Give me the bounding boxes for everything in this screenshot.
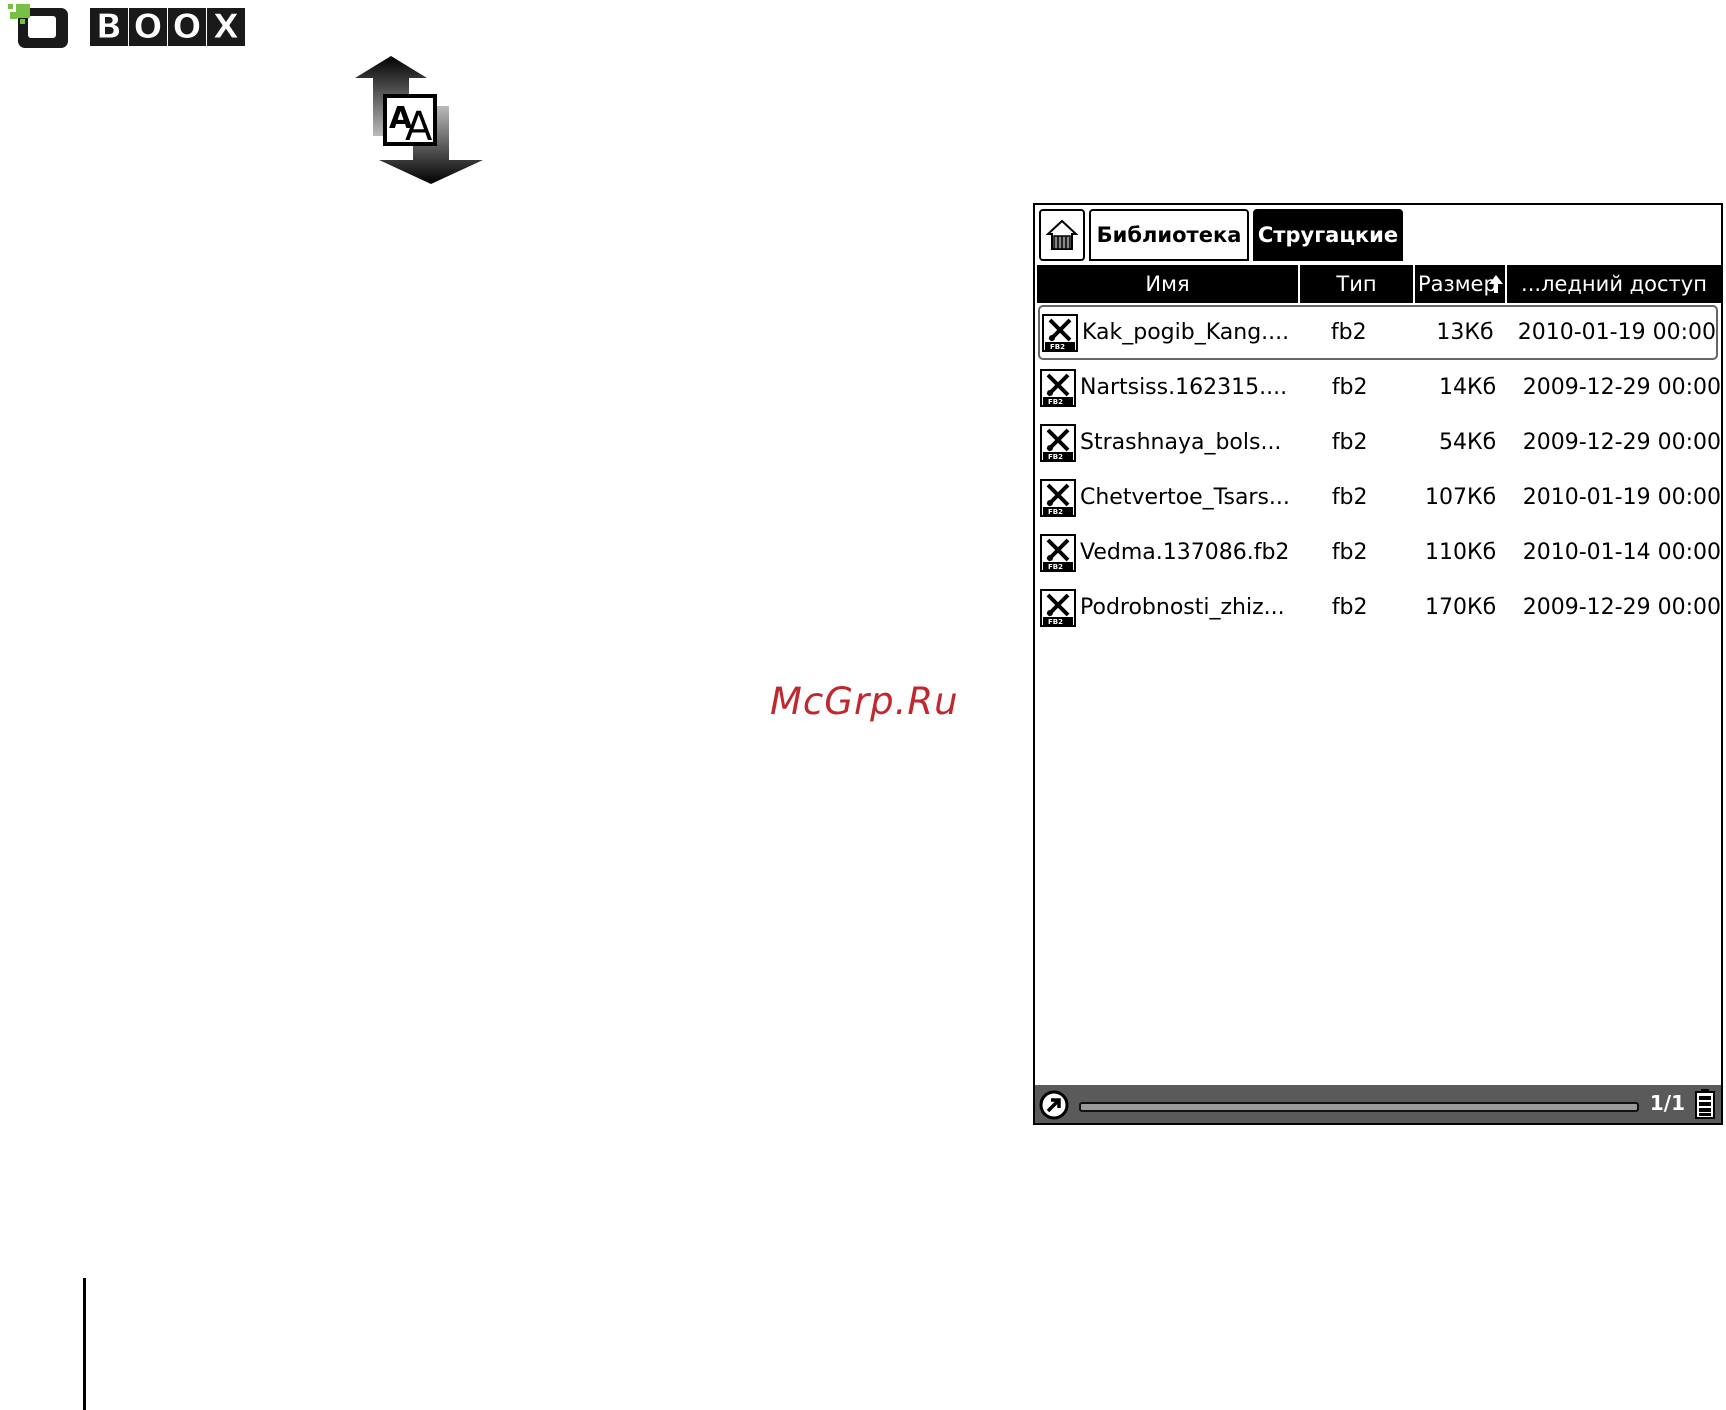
column-header-size[interactable]: Размер bbox=[1415, 265, 1507, 303]
file-type: fb2 bbox=[1331, 540, 1368, 565]
file-date: 2010-01-14 00:00 bbox=[1522, 540, 1721, 565]
file-size: 107Кб bbox=[1424, 485, 1497, 510]
sort-arrow-icon bbox=[1489, 275, 1503, 293]
file-size: 170Кб bbox=[1424, 595, 1497, 620]
fb2-file-icon: FB2 bbox=[1040, 533, 1076, 572]
menu-arrow-icon[interactable] bbox=[1039, 1090, 1069, 1120]
tab-bar: Библиотека Стругацкие bbox=[1035, 205, 1721, 265]
file-type: fb2 bbox=[1330, 320, 1367, 345]
file-name: Nartsiss.162315.... bbox=[1080, 375, 1288, 400]
fb2-file-icon: FB2 bbox=[1040, 588, 1076, 627]
file-name: Podrobnosti_zhiz... bbox=[1080, 595, 1285, 620]
file-date: 2009-12-29 00:00 bbox=[1522, 375, 1721, 400]
file-size: 13Кб bbox=[1436, 320, 1494, 345]
logo-letter: B bbox=[90, 7, 128, 48]
file-date: 2009-12-29 00:00 bbox=[1522, 595, 1721, 620]
fb2-file-icon: FB2 bbox=[1040, 423, 1076, 462]
svg-text:FB2: FB2 bbox=[1048, 453, 1063, 461]
file-name: Vedma.137086.fb2 bbox=[1080, 540, 1290, 565]
file-name: Strashnaya_bols... bbox=[1080, 430, 1282, 455]
home-button[interactable] bbox=[1039, 209, 1085, 261]
tab-strugatsky[interactable]: Стругацкие bbox=[1253, 209, 1403, 261]
file-row[interactable]: FB2 Strashnaya_bols... fb2 54Кб 2009-12-… bbox=[1035, 415, 1721, 470]
svg-text:A: A bbox=[405, 104, 433, 150]
progress-bar bbox=[1079, 1102, 1639, 1112]
page-indicator: 1/1 bbox=[1649, 1091, 1685, 1115]
fb2-file-icon: FB2 bbox=[1040, 478, 1076, 517]
device-screen: Библиотека Стругацкие Имя Тип Размер ...… bbox=[1033, 203, 1723, 1125]
file-date: 2009-12-29 00:00 bbox=[1522, 430, 1721, 455]
file-size: 54Кб bbox=[1438, 430, 1497, 455]
file-row[interactable]: FB2 Chetvertoe_Tsars... fb2 107Кб 2010-0… bbox=[1035, 470, 1721, 525]
svg-text:FB2: FB2 bbox=[1048, 618, 1063, 626]
tab-library[interactable]: Библиотека bbox=[1089, 209, 1249, 261]
boox-wordmark: B O O X bbox=[90, 7, 246, 48]
svg-text:FB2: FB2 bbox=[1048, 563, 1063, 571]
column-header-size-label: Размер bbox=[1418, 272, 1497, 296]
file-row[interactable]: FB2 Vedma.137086.fb2 fb2 110Кб 2010-01-1… bbox=[1035, 525, 1721, 580]
column-header-row: Имя Тип Размер ...ледний доступ bbox=[1037, 265, 1721, 303]
file-size: 110Кб bbox=[1424, 540, 1497, 565]
file-row[interactable]: FB2 Nartsiss.162315.... fb2 14Кб 2009-12… bbox=[1035, 360, 1721, 415]
svg-text:FB2: FB2 bbox=[1048, 508, 1063, 516]
page-rule bbox=[83, 1278, 86, 1410]
svg-text:FB2: FB2 bbox=[1050, 343, 1065, 351]
file-type: fb2 bbox=[1331, 595, 1368, 620]
column-header-date[interactable]: ...ледний доступ bbox=[1507, 265, 1721, 303]
file-date: 2010-01-19 00:00 bbox=[1522, 485, 1721, 510]
font-size-icon: A A bbox=[355, 56, 483, 184]
svg-text:FB2: FB2 bbox=[1048, 398, 1063, 406]
watermark: McGrp.Ru bbox=[770, 680, 959, 723]
file-type: fb2 bbox=[1331, 485, 1368, 510]
file-row[interactable]: FB2 Kak_pogib_Kang.... fb2 13Кб 2010-01-… bbox=[1038, 305, 1718, 360]
boox-logo-mark-icon bbox=[8, 4, 68, 48]
file-type: fb2 bbox=[1331, 375, 1368, 400]
logo-letter: O bbox=[129, 7, 167, 48]
home-icon bbox=[1046, 219, 1078, 250]
logo-letter: X bbox=[207, 7, 245, 48]
column-header-type[interactable]: Тип bbox=[1300, 265, 1415, 303]
battery-icon bbox=[1695, 1089, 1715, 1119]
file-row[interactable]: FB2 Podrobnosti_zhiz... fb2 170Кб 2009-1… bbox=[1035, 580, 1721, 635]
file-name: Kak_pogib_Kang.... bbox=[1082, 320, 1290, 345]
fb2-file-icon: FB2 bbox=[1040, 368, 1076, 407]
status-bar: 1/1 bbox=[1035, 1085, 1721, 1123]
boox-logo: B O O X bbox=[8, 2, 248, 52]
fb2-file-icon: FB2 bbox=[1042, 313, 1078, 352]
file-date: 2010-01-19 00:00 bbox=[1517, 320, 1716, 345]
file-type: fb2 bbox=[1331, 430, 1368, 455]
file-name: Chetvertoe_Tsars... bbox=[1080, 485, 1290, 510]
file-list: FB2 Kak_pogib_Kang.... fb2 13Кб 2010-01-… bbox=[1035, 305, 1721, 635]
file-size: 14Кб bbox=[1438, 375, 1497, 400]
column-header-name[interactable]: Имя bbox=[1037, 265, 1300, 303]
logo-letter: O bbox=[168, 7, 206, 48]
